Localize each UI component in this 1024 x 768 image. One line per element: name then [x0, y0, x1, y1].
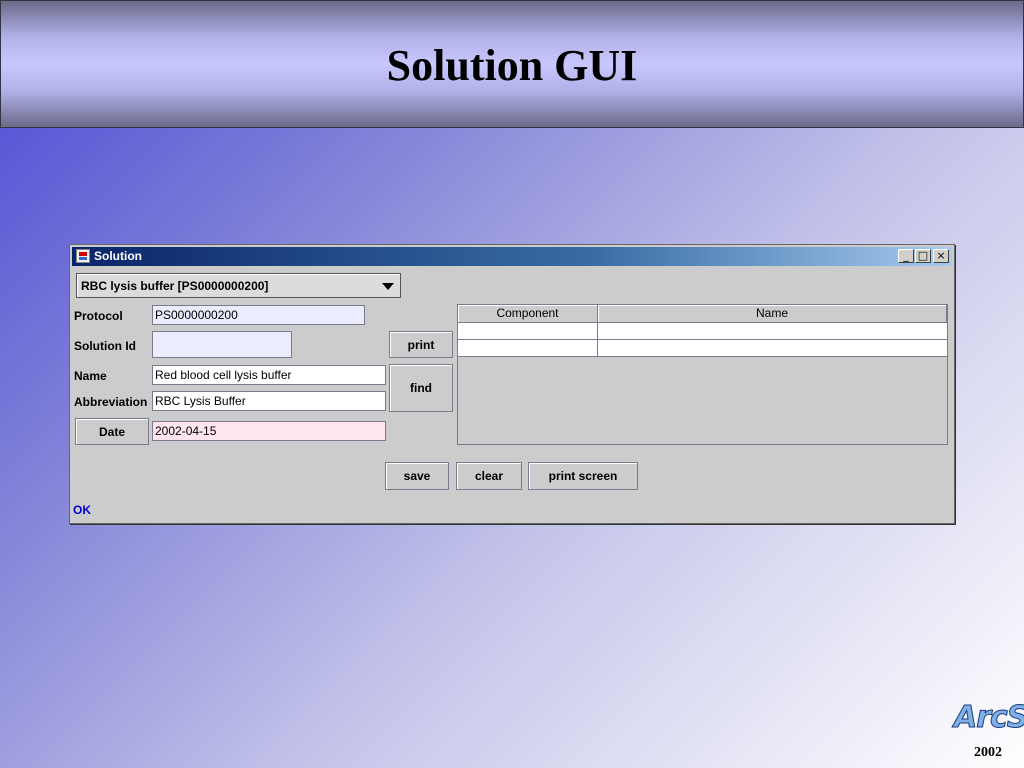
abbreviation-field[interactable]: RBC Lysis Buffer	[152, 391, 386, 411]
minimize-button[interactable]: _	[898, 249, 914, 263]
solution-id-label: Solution Id	[74, 339, 136, 353]
save-button[interactable]: save	[385, 462, 449, 490]
table-cell[interactable]	[598, 340, 947, 356]
status-text: OK	[73, 503, 91, 517]
table-cell[interactable]	[598, 323, 947, 339]
chevron-down-icon[interactable]	[382, 283, 394, 290]
solution-select[interactable]: RBC lysis buffer [PS0000000200]	[76, 273, 401, 298]
clear-button[interactable]: clear	[456, 462, 522, 490]
solution-select-value: RBC lysis buffer [PS0000000200]	[81, 279, 269, 293]
solution-id-field[interactable]	[152, 331, 292, 358]
arcs-logo: ArcS	[954, 700, 1024, 736]
date-field[interactable]: 2002-04-15	[152, 421, 386, 441]
abbreviation-label: Abbreviation	[74, 395, 148, 409]
solution-window: Solution _ □ × RBC lysis buffer [PS00000…	[69, 244, 955, 524]
java-app-icon	[76, 249, 90, 263]
column-header-name[interactable]: Name	[598, 305, 947, 323]
date-button[interactable]: Date	[75, 418, 149, 445]
name-field[interactable]: Red blood cell lysis buffer	[152, 365, 386, 385]
table-cell[interactable]	[458, 340, 598, 356]
close-button[interactable]: ×	[933, 249, 949, 263]
column-header-component[interactable]: Component	[458, 305, 598, 323]
protocol-label: Protocol	[74, 309, 123, 323]
find-button[interactable]: find	[389, 364, 453, 412]
window-title: Solution	[94, 249, 142, 263]
table-row[interactable]	[458, 323, 947, 340]
slide-title: Solution GUI	[386, 41, 638, 90]
table-row[interactable]	[458, 340, 947, 357]
components-table: Component Name	[457, 304, 948, 445]
table-cell[interactable]	[458, 323, 598, 339]
maximize-button[interactable]: □	[915, 249, 931, 263]
print-screen-button[interactable]: print screen	[528, 462, 638, 490]
slide-year: 2002	[974, 745, 1002, 760]
print-button[interactable]: print	[389, 331, 453, 358]
name-label: Name	[74, 369, 107, 383]
protocol-field[interactable]: PS0000000200	[152, 305, 365, 325]
window-titlebar[interactable]: Solution _ □ ×	[72, 247, 952, 266]
